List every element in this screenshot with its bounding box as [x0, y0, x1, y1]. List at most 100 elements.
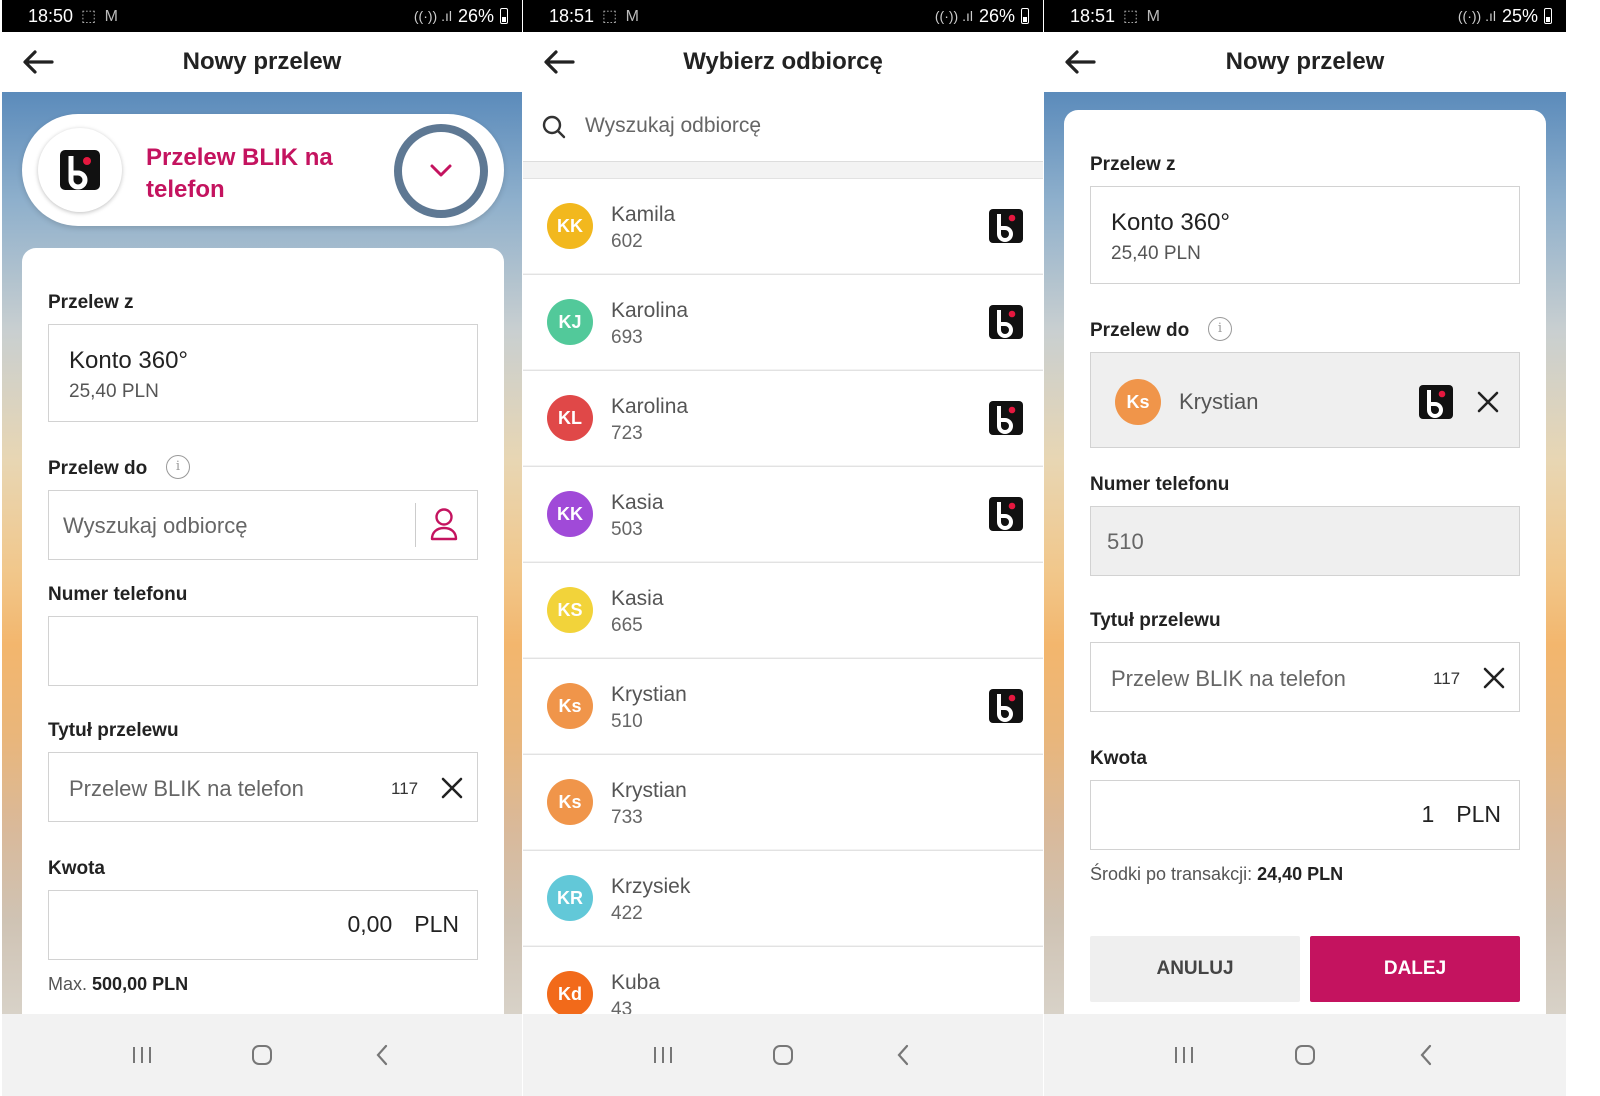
title-value: Przelew BLIK na telefon — [69, 776, 304, 801]
back-arrow-icon[interactable] — [22, 48, 54, 76]
wifi-signal-icon: ((·)) .ıl — [1457, 8, 1496, 24]
home-icon[interactable] — [242, 1035, 282, 1075]
amount-input[interactable]: 0,00 PLN — [48, 890, 478, 960]
from-account-field[interactable]: Konto 360° 25,40 PLN — [48, 324, 478, 422]
nav-back-icon[interactable] — [883, 1035, 923, 1075]
status-notification-icons: ⬚ M — [1123, 8, 1162, 25]
contact-number: 665 — [611, 615, 643, 636]
blik-logo-icon — [989, 689, 1023, 723]
transfer-type-label: Przelew BLIK na telefon — [146, 144, 333, 203]
status-bar: 18:50 ⬚ M ((·)) .ıl 26% — [2, 0, 522, 32]
contact-item[interactable]: Ks Krystian 510 — [523, 658, 1043, 753]
recipient-name: Krystian — [1179, 389, 1259, 414]
title-input[interactable]: Przelew BLIK na telefon 117 — [1090, 642, 1520, 712]
account-name: Konto 360° — [1111, 209, 1231, 236]
title-label: Tytuł przelewu — [1090, 610, 1221, 631]
close-icon[interactable] — [1481, 665, 1507, 691]
contact-item[interactable]: Ks Krystian 733 — [523, 754, 1043, 849]
home-icon[interactable] — [763, 1035, 803, 1075]
close-icon[interactable] — [1475, 389, 1501, 415]
blik-logo-icon — [989, 209, 1023, 243]
title-value: Przelew BLIK na telefon — [1111, 666, 1346, 691]
wifi-signal-icon: ((·)) .ıl — [934, 8, 973, 24]
phone-input[interactable] — [48, 616, 478, 686]
search-icon — [542, 115, 566, 139]
info-icon[interactable]: i — [166, 455, 190, 479]
avatar: KR — [547, 875, 593, 921]
amount-display: 1 PLN — [1421, 801, 1501, 828]
home-icon[interactable] — [1285, 1035, 1325, 1075]
close-icon[interactable] — [439, 775, 465, 801]
avatar: Ks — [1115, 379, 1161, 425]
title-input[interactable]: Przelew BLIK na telefon 117 — [48, 752, 478, 822]
info-icon[interactable]: i — [1208, 317, 1232, 341]
contact-item[interactable]: Kd Kuba 43 — [523, 946, 1043, 1014]
expand-button[interactable] — [394, 124, 488, 218]
screen-new-transfer-filled: 18:51 ⬚ M ((·)) .ıl 25% Nowy przelew Prz… — [1044, 0, 1566, 1096]
cancel-button[interactable]: ANULUJ — [1090, 936, 1300, 1002]
title-char-counter: 117 — [391, 779, 419, 798]
from-label: Przelew z — [48, 292, 134, 313]
nav-back-icon[interactable] — [362, 1035, 402, 1075]
contact-name: Kuba — [611, 971, 661, 994]
screen-new-transfer-empty: 18:50 ⬚ M ((·)) .ıl 26% Nowy przelew Prz… — [2, 0, 522, 1096]
person-icon[interactable] — [429, 507, 459, 541]
contact-name: Karolina — [611, 395, 689, 418]
back-arrow-icon[interactable] — [543, 48, 575, 76]
screen-choose-recipient: 18:51 ⬚ M ((·)) .ıl 26% Wybierz odbiorcę… — [523, 0, 1043, 1096]
next-button[interactable]: DALEJ — [1310, 936, 1520, 1002]
max-value: 500,00 PLN — [92, 974, 189, 994]
contact-number: 510 — [611, 711, 643, 732]
recents-icon[interactable] — [643, 1035, 683, 1075]
avatar: KL — [547, 395, 593, 441]
nav-back-icon[interactable] — [1406, 1035, 1446, 1075]
from-account-field[interactable]: Konto 360° 25,40 PLN — [1090, 186, 1520, 284]
contact-name: Krystian — [611, 779, 687, 802]
contact-item[interactable]: KK Kamila 602 — [523, 178, 1043, 273]
max-prefix: Max. — [48, 974, 88, 994]
selected-recipient-field[interactable]: Ks Krystian — [1090, 352, 1520, 448]
account-balance: 25,40 PLN — [69, 381, 159, 402]
status-time: 18:51 — [1070, 5, 1116, 26]
back-arrow-icon[interactable] — [1064, 48, 1096, 76]
contact-item[interactable]: KJ Karolina 693 — [523, 274, 1043, 369]
avatar: Ks — [547, 683, 593, 729]
transfer-type-selector[interactable]: Przelew BLIK na telefon — [22, 114, 504, 226]
search-placeholder: Wyszukaj odbiorcę — [585, 114, 762, 137]
contact-item[interactable]: KS Kasia 665 — [523, 562, 1043, 657]
system-nav-bar — [1044, 1014, 1566, 1096]
contact-name: Kasia — [611, 587, 664, 610]
blik-logo-icon — [38, 128, 122, 212]
contact-item[interactable]: KR Krzysiek 422 — [523, 850, 1043, 945]
app-bar: Nowy przelew — [1044, 32, 1566, 92]
title-char-counter: 117 — [1433, 669, 1461, 688]
page-title: Nowy przelew — [182, 48, 342, 75]
blik-logo-icon — [989, 497, 1023, 531]
amount-currency: PLN — [414, 911, 459, 937]
battery-percent: 25% — [1501, 5, 1538, 26]
recents-icon[interactable] — [122, 1035, 162, 1075]
recipient-search-placeholder: Wyszukaj odbiorcę — [63, 513, 248, 538]
avatar: KJ — [547, 299, 593, 345]
phone-label: Numer telefonu — [48, 584, 188, 605]
contact-name: Karolina — [611, 299, 689, 322]
recipient-search-bar[interactable]: Wyszukaj odbiorcę — [523, 92, 1043, 162]
page-title: Wybierz odbiorcę — [683, 48, 883, 75]
contact-item[interactable]: KL Karolina 723 — [523, 370, 1043, 465]
contact-number: 733 — [611, 807, 643, 828]
wifi-signal-icon: ((·)) .ıl — [413, 8, 452, 24]
status-bar: 18:51 ⬚ M ((·)) .ıl 26% — [523, 0, 1043, 32]
phone-input[interactable]: 510 — [1090, 506, 1520, 576]
amount-input[interactable]: 1 PLN — [1090, 780, 1520, 850]
blik-logo-icon — [989, 401, 1023, 435]
status-notification-icons: ⬚ M — [81, 8, 120, 25]
recents-icon[interactable] — [1164, 1035, 1204, 1075]
avatar: KK — [547, 491, 593, 537]
title-label: Tytuł przelewu — [48, 720, 179, 741]
account-name: Konto 360° — [69, 347, 189, 374]
recipient-search-field[interactable]: Wyszukaj odbiorcę — [48, 490, 478, 560]
contact-name: Krzysiek — [611, 875, 691, 898]
amount-display: 0,00 PLN — [347, 911, 459, 938]
app-bar: Wybierz odbiorcę — [523, 32, 1043, 92]
contact-item[interactable]: KK Kasia 503 — [523, 466, 1043, 561]
